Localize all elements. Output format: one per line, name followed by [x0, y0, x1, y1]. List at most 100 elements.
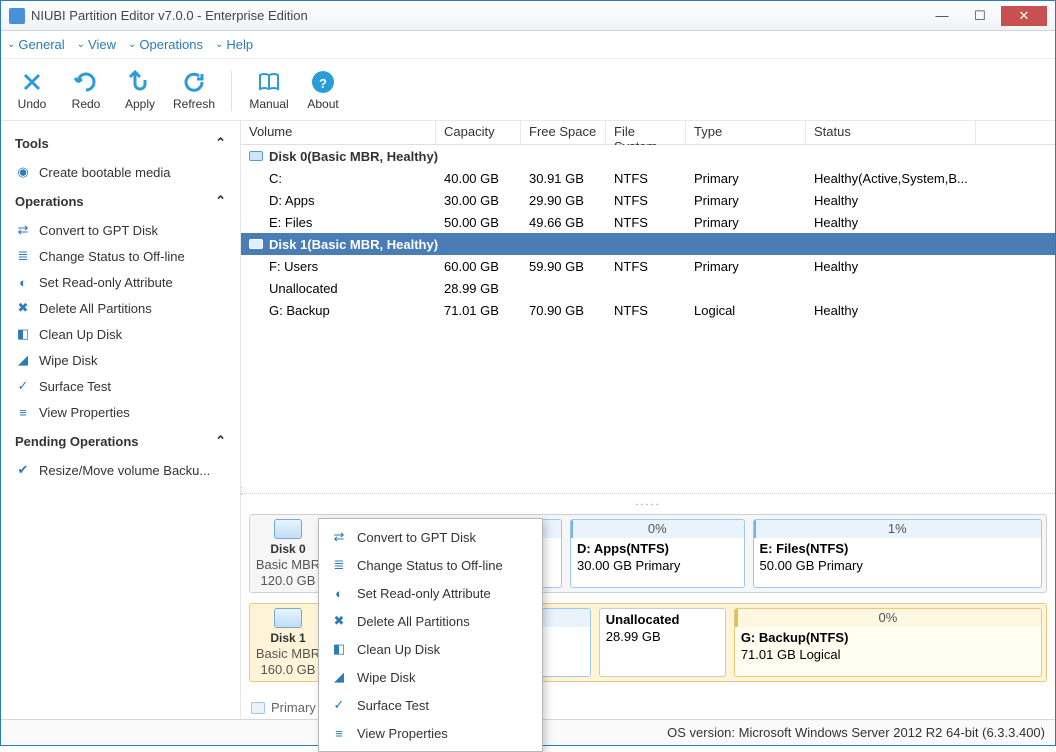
menu-item-icon: ⇄: [331, 529, 347, 545]
op-icon: ◐: [15, 274, 31, 290]
usage-bar: 1%: [754, 520, 1042, 538]
context-menu-item[interactable]: ◢ Wipe Disk: [319, 663, 542, 691]
refresh-button[interactable]: Refresh: [173, 70, 215, 111]
menu-item-icon: ≡: [331, 725, 347, 741]
context-menu-item[interactable]: ≣Change Status to Off-line: [319, 551, 542, 579]
menu-item-label: Set Read-only Attribute: [357, 586, 491, 601]
chevron-up-icon: ⌃: [215, 433, 226, 449]
disk-label: Disk 1(Basic MBR, Healthy): [269, 237, 438, 252]
manual-icon: [257, 70, 281, 94]
table-row[interactable]: E: Files50.00 GB49.66 GBNTFSPrimaryHealt…: [241, 211, 1055, 233]
minimize-button[interactable]: —: [925, 6, 959, 26]
sidebar-item-op[interactable]: ◢Wipe Disk: [1, 347, 240, 373]
sidebar-item-op[interactable]: ⇄Convert to GPT Disk: [1, 217, 240, 243]
menu-item-label: Wipe Disk: [357, 670, 416, 685]
table-body: Disk 0(Basic MBR, Healthy)C:40.00 GB30.9…: [241, 145, 1055, 321]
op-icon: ≣: [15, 248, 31, 264]
disk-header[interactable]: Disk 1(Basic MBR, Healthy): [241, 233, 1055, 255]
apply-button[interactable]: Apply: [119, 70, 161, 111]
menu-item-label: Convert to GPT Disk: [357, 530, 476, 545]
menu-item-icon: ◐: [331, 585, 347, 601]
context-menu-item[interactable]: ≡ View Properties: [319, 719, 542, 747]
table-row[interactable]: G: Backup71.01 GB70.90 GBNTFSLogicalHeal…: [241, 299, 1055, 321]
check-icon: ✔: [15, 462, 31, 478]
maximize-button[interactable]: ☐: [963, 6, 997, 26]
sidebar-item-label: Wipe Disk: [39, 353, 98, 368]
menu-item-label: View Properties: [357, 726, 448, 741]
menu-help[interactable]: ⌄Help: [215, 37, 253, 52]
disk-header[interactable]: Disk 0(Basic MBR, Healthy): [241, 145, 1055, 167]
disk-icon: [274, 608, 302, 628]
menu-item-icon: ◢: [331, 669, 347, 685]
sidebar-item-op[interactable]: ≣Change Status to Off-line: [1, 243, 240, 269]
toolbar: Undo Redo Apply Refresh Manual ? About: [1, 59, 1055, 121]
partition-box[interactable]: 0%D: Apps(NTFS)30.00 GB Primary: [570, 519, 745, 588]
sidebar-item-op[interactable]: ≡View Properties: [1, 399, 240, 425]
partition-meta: E: Files(NTFS)50.00 GB Primary: [754, 538, 1042, 578]
sidebar-item-op[interactable]: ✖Delete All Partitions: [1, 295, 240, 321]
splitter[interactable]: ⋮ .....: [241, 493, 1055, 510]
table-row[interactable]: Unallocated28.99 GB: [241, 277, 1055, 299]
sidebar: Tools⌃ ◉ Create bootable media Operation…: [1, 121, 241, 719]
sidebar-section-operations[interactable]: Operations⌃: [1, 185, 240, 217]
table-row[interactable]: D: Apps30.00 GB29.90 GBNTFSPrimaryHealth…: [241, 189, 1055, 211]
partition-meta: Unallocated28.99 GB: [600, 609, 725, 649]
sidebar-section-pending[interactable]: Pending Operations⌃: [1, 425, 240, 457]
context-menu: ⇄ Convert to GPT Disk ≣Change Status to Of…: [318, 518, 543, 752]
col-status[interactable]: Status: [806, 121, 976, 144]
refresh-icon: [182, 70, 206, 94]
context-menu-item[interactable]: ✖Delete All Partitions: [319, 607, 542, 635]
menu-item-label: Surface Test: [357, 698, 429, 713]
menu-item-label: Clean Up Disk: [357, 642, 440, 657]
disk-icon: [249, 151, 263, 161]
table-row[interactable]: F: Users60.00 GB59.90 GBNTFSPrimaryHealt…: [241, 255, 1055, 277]
partition-box[interactable]: 1%E: Files(NTFS)50.00 GB Primary: [753, 519, 1043, 588]
col-filesystem[interactable]: File System: [606, 121, 686, 144]
menu-view[interactable]: ⌄View: [77, 37, 116, 52]
menu-item-icon: ✓: [331, 697, 347, 713]
op-icon: ✓: [15, 378, 31, 394]
partition-meta: D: Apps(NTFS)30.00 GB Primary: [571, 538, 744, 578]
chevron-down-icon: ⌄: [128, 39, 136, 50]
context-menu-item[interactable]: ⇄ Convert to GPT Disk: [319, 523, 542, 551]
context-menu-item[interactable]: ◐ Set Read-only Attribute: [319, 579, 542, 607]
op-icon: ⇄: [15, 222, 31, 238]
sidebar-section-tools[interactable]: Tools⌃: [1, 127, 240, 159]
undo-icon: [20, 70, 44, 94]
sidebar-item-create-bootable[interactable]: ◉ Create bootable media: [1, 159, 240, 185]
sidebar-item-op[interactable]: ◧Clean Up Disk: [1, 321, 240, 347]
sidebar-item-op[interactable]: ✓ Surface Test: [1, 373, 240, 399]
about-button[interactable]: ? About: [302, 70, 344, 111]
col-free[interactable]: Free Space: [521, 121, 606, 144]
close-button[interactable]: ✕: [1001, 6, 1047, 26]
window-title: NIUBI Partition Editor v7.0.0 - Enterpri…: [31, 8, 921, 23]
col-type[interactable]: Type: [686, 121, 806, 144]
sidebar-item-op[interactable]: ◐Set Read-only Attribute: [1, 269, 240, 295]
menu-operations[interactable]: ⌄Operations: [128, 37, 203, 52]
disk-icon: [249, 239, 263, 249]
menu-general[interactable]: ⌄General: [7, 37, 65, 52]
partition-box[interactable]: 0%G: Backup(NTFS)71.01 GB Logical: [734, 608, 1042, 677]
chevron-down-icon: ⌄: [77, 39, 85, 50]
menu-item-label: Delete All Partitions: [357, 614, 470, 629]
undo-button[interactable]: Undo: [11, 70, 53, 111]
table-row[interactable]: C:40.00 GB30.91 GBNTFSPrimaryHealthy(Act…: [241, 167, 1055, 189]
col-capacity[interactable]: Capacity: [436, 121, 521, 144]
redo-button[interactable]: Redo: [65, 70, 107, 111]
col-volume[interactable]: Volume: [241, 121, 436, 144]
chevron-up-icon: ⌃: [215, 193, 226, 209]
menubar: ⌄General ⌄View ⌄Operations ⌄Help: [1, 31, 1055, 59]
context-menu-item[interactable]: ✓ Surface Test: [319, 691, 542, 719]
menu-item-label: Change Status to Off-line: [357, 558, 503, 573]
menu-item-icon: ◧: [331, 641, 347, 657]
context-menu-item[interactable]: ◧ Clean Up Disk: [319, 635, 542, 663]
sidebar-item-pending-op[interactable]: ✔ Resize/Move volume Backu...: [1, 457, 240, 483]
disk-info: Disk 0Basic MBR120.0 GB: [254, 519, 322, 588]
manual-button[interactable]: Manual: [248, 70, 290, 111]
sidebar-item-label: Surface Test: [39, 379, 111, 394]
disc-icon: ◉: [15, 164, 31, 180]
legend-swatch-primary: [251, 702, 265, 714]
partition-box[interactable]: Unallocated28.99 GB: [599, 608, 726, 677]
chevron-up-icon: ⌃: [215, 135, 226, 151]
usage-bar: 0%: [735, 609, 1041, 627]
